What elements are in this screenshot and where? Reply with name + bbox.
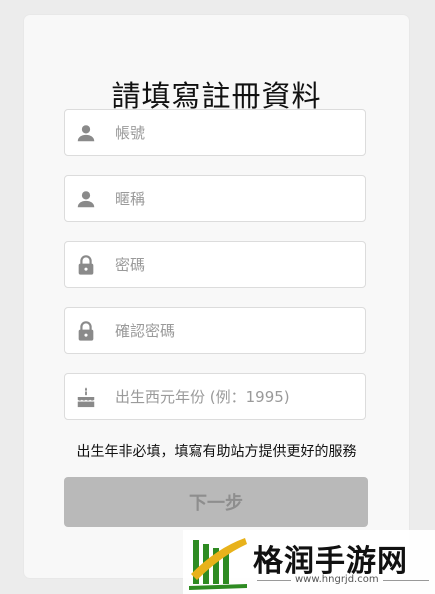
- account-field[interactable]: [64, 109, 366, 156]
- watermark-line-left: [257, 580, 291, 581]
- password-input[interactable]: [115, 242, 355, 287]
- person-icon: [77, 191, 95, 208]
- site-watermark: 格润手游网 www.hngrjd.com: [183, 530, 435, 594]
- nickname-field[interactable]: [64, 175, 366, 222]
- registration-card: 請填寫註冊資料 帳號 暱稱 出生西元年份 (例：1995) 出生年非必填，填寫有…: [24, 15, 409, 578]
- site-logo-icon: [189, 538, 247, 590]
- person-icon: [77, 125, 95, 142]
- nickname-input[interactable]: [115, 176, 355, 221]
- confirm-password-field[interactable]: [64, 307, 366, 354]
- password-field[interactable]: [64, 241, 366, 288]
- account-input[interactable]: [115, 110, 355, 155]
- next-step-button[interactable]: 下一步: [64, 477, 368, 527]
- birth-year-note: 出生年非必填，填寫有助站方提供更好的服務: [76, 444, 357, 460]
- lock-icon: [78, 321, 94, 341]
- birth-year-input[interactable]: [115, 374, 355, 419]
- confirm-password-input[interactable]: [115, 308, 355, 353]
- birthday-cake-icon: [77, 387, 95, 408]
- birth-year-field[interactable]: [64, 373, 366, 420]
- page: 請填寫註冊資料 帳號 暱稱 出生西元年份 (例：1995) 出生年非必填，填寫有…: [0, 0, 435, 594]
- lock-icon: [78, 255, 94, 275]
- watermark-url: www.hngrjd.com: [295, 574, 379, 585]
- watermark-line-right: [383, 580, 429, 581]
